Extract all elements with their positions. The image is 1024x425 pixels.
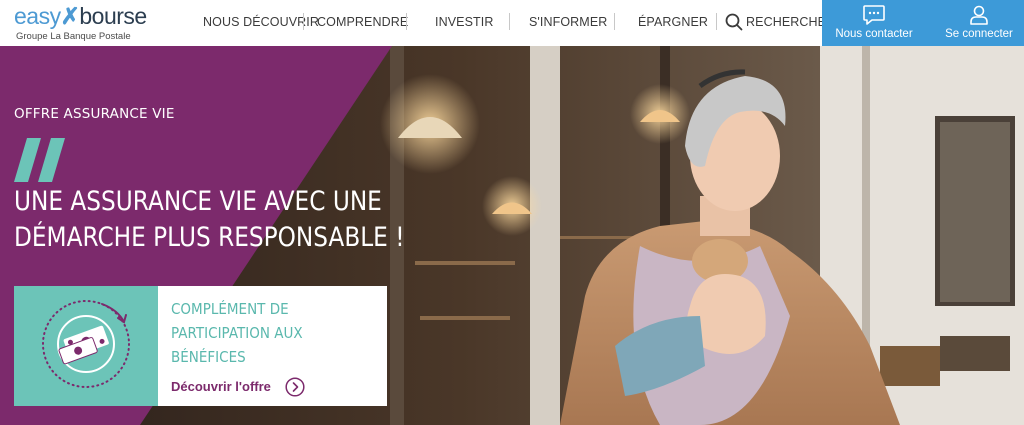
nav-separator — [716, 13, 717, 30]
nav-separator — [406, 13, 407, 30]
nav-item-nous-decouvrir[interactable]: NOUS DÉCOUVRIR — [203, 15, 319, 29]
chat-bubble-icon — [863, 5, 885, 25]
logo-tagline: Groupe La Banque Postale — [16, 31, 131, 42]
logo[interactable]: easy✗bourse Groupe La Banque Postale — [14, 3, 154, 45]
money-cycle-icon — [14, 286, 158, 406]
hero-title: UNE ASSURANCE VIE AVEC UNE DÉMARCHE PLUS… — [14, 186, 405, 253]
offer-card[interactable]: COMPLÉMENT DE PARTICIPATION AUX BÉNÉFICE… — [14, 286, 387, 406]
nav-item-sinformer[interactable]: S'INFORMER — [529, 15, 607, 29]
nav-separator — [509, 13, 510, 30]
contact-button-label: Nous contacter — [835, 28, 913, 40]
nav-separator — [303, 13, 304, 30]
login-button[interactable]: Se connecter — [938, 0, 1020, 46]
hero-eyebrow: OFFRE ASSURANCE VIE — [14, 106, 175, 122]
site-header: easy✗bourse Groupe La Banque Postale NOU… — [0, 0, 1024, 46]
user-icon — [970, 5, 988, 25]
arrow-right-circle-icon[interactable] — [285, 377, 305, 397]
nav-item-investir[interactable]: INVESTIR — [435, 15, 493, 29]
nav-separator — [614, 13, 615, 30]
quote-mark-icon — [14, 138, 65, 182]
search-icon[interactable] — [725, 13, 743, 31]
contact-button[interactable]: Nous contacter — [834, 0, 914, 46]
discover-offer-link[interactable]: Découvrir l'offre — [171, 379, 271, 394]
hero-banner: OFFRE ASSURANCE VIE UNE ASSURANCE VIE AV… — [0, 46, 1024, 425]
nav-item-comprendre[interactable]: COMPRENDRE — [317, 15, 408, 29]
account-actions: Nous contacter Se connecter — [822, 0, 1024, 46]
main-nav: NOUS DÉCOUVRIR COMPRENDRE INVESTIR S'INF… — [196, 0, 835, 46]
logo-wordmark: easy✗bourse — [14, 3, 147, 29]
login-button-label: Se connecter — [945, 28, 1013, 40]
nav-item-epargner[interactable]: ÉPARGNER — [638, 15, 708, 29]
offer-title: COMPLÉMENT DE PARTICIPATION AUX BÉNÉFICE… — [171, 300, 303, 366]
